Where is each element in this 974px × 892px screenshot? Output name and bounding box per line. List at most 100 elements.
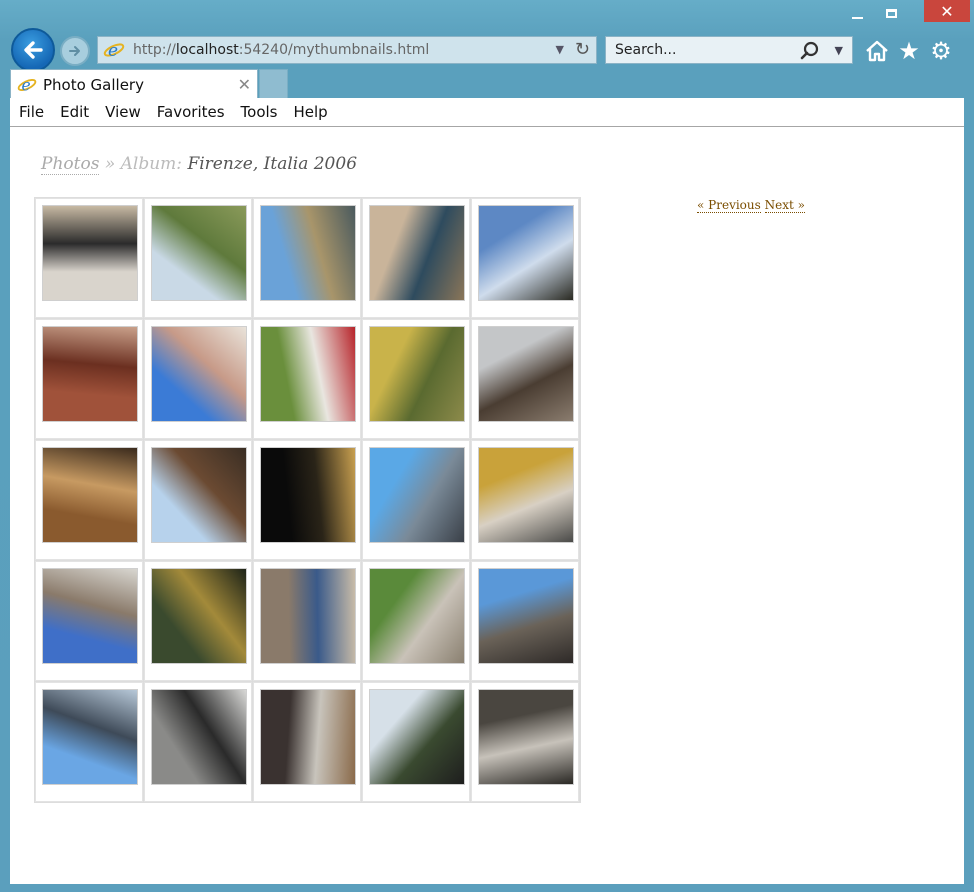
thumbnail-cell[interactable] <box>471 198 579 318</box>
thumbnail-cell[interactable] <box>35 319 143 439</box>
new-tab-button[interactable] <box>259 69 288 99</box>
menu-favorites[interactable]: Favorites <box>149 103 233 121</box>
minimize-button[interactable] <box>840 0 874 26</box>
thumbnail-cell[interactable] <box>362 682 470 802</box>
thumbnail-cell[interactable] <box>471 319 579 439</box>
thumbnail-image[interactable] <box>369 205 465 301</box>
ie-logo-icon: e <box>17 76 37 94</box>
maximize-button[interactable] <box>874 0 908 26</box>
url-scheme: http:// <box>133 42 176 58</box>
menu-file[interactable]: File <box>10 103 52 121</box>
thumbnail-image[interactable] <box>151 447 247 543</box>
thumbnail-image[interactable] <box>369 326 465 422</box>
thumbnail-image[interactable] <box>151 689 247 785</box>
thumbnail-image[interactable] <box>478 447 574 543</box>
thumbnail-image[interactable] <box>369 568 465 664</box>
svg-text:e: e <box>22 76 31 94</box>
menu-view[interactable]: View <box>97 103 149 121</box>
thumbnail-cell[interactable] <box>144 440 252 560</box>
thumbnail-image[interactable] <box>369 447 465 543</box>
favorites-star-icon[interactable]: ★ <box>896 37 922 65</box>
maximize-icon <box>885 8 897 18</box>
home-icon[interactable] <box>864 38 890 64</box>
thumbnail-image[interactable] <box>478 326 574 422</box>
arrow-right-icon <box>69 46 80 56</box>
url-path: :54240/mythumbnails.html <box>238 42 430 58</box>
thumbnail-cell[interactable] <box>35 198 143 318</box>
thumbnail-image[interactable] <box>260 568 356 664</box>
search-input[interactable]: Search... <box>615 42 676 58</box>
thumbnail-cell[interactable] <box>35 682 143 802</box>
thumbnail-image[interactable] <box>42 447 138 543</box>
gear-icon[interactable]: ⚙ <box>928 37 954 65</box>
svg-text:e: e <box>108 41 118 61</box>
thumbnail-image[interactable] <box>151 568 247 664</box>
thumbnail-image[interactable] <box>42 568 138 664</box>
next-page-link[interactable]: Next » <box>764 198 805 213</box>
forward-button[interactable] <box>60 36 90 66</box>
thumbnail-cell[interactable] <box>253 198 361 318</box>
menu-tools[interactable]: Tools <box>233 103 286 121</box>
browser-tools: ★ ⚙ <box>864 37 954 65</box>
thumbnail-image[interactable] <box>478 689 574 785</box>
thumbnail-image[interactable] <box>151 205 247 301</box>
thumbnail-image[interactable] <box>260 447 356 543</box>
refresh-icon[interactable]: ↻ <box>575 39 590 60</box>
thumbnail-cell[interactable] <box>362 198 470 318</box>
window-controls <box>840 0 908 26</box>
thumbnail-image[interactable] <box>42 205 138 301</box>
ie-logo-icon: e <box>103 41 125 61</box>
thumbnail-cell[interactable] <box>471 440 579 560</box>
thumbnail-cell[interactable] <box>144 682 252 802</box>
breadcrumb-album-label: Album: <box>120 154 183 174</box>
browser-window: ✕ e http://localhost:54240/mythumbnails.… <box>0 0 974 892</box>
thumbnail-image[interactable] <box>260 689 356 785</box>
thumbnail-cell[interactable] <box>362 561 470 681</box>
thumbnail-cell[interactable] <box>144 319 252 439</box>
previous-page-link[interactable]: « Previous <box>697 198 761 213</box>
pager: « Previous Next » <box>697 198 805 213</box>
thumbnail-cell[interactable] <box>253 682 361 802</box>
close-window-button[interactable]: ✕ <box>924 0 970 22</box>
thumbnail-cell[interactable] <box>253 561 361 681</box>
thumbnail-cell[interactable] <box>471 561 579 681</box>
search-icon[interactable] <box>800 41 820 61</box>
address-bar[interactable]: e http://localhost:54240/mythumbnails.ht… <box>97 36 597 64</box>
search-box[interactable]: Search... ▼ <box>605 36 853 64</box>
chevron-down-icon[interactable]: ▼ <box>556 43 564 56</box>
thumbnail-cell[interactable] <box>362 319 470 439</box>
thumbnail-image[interactable] <box>478 205 574 301</box>
thumbnail-cell[interactable] <box>362 440 470 560</box>
thumbnail-cell[interactable] <box>35 561 143 681</box>
menu-edit[interactable]: Edit <box>52 103 97 121</box>
breadcrumb-separator: » <box>104 154 116 174</box>
minimize-icon <box>851 17 863 19</box>
thumbnail-cell[interactable] <box>253 319 361 439</box>
close-icon: ✕ <box>940 1 954 21</box>
album-title: Firenze, Italia 2006 <box>187 154 358 174</box>
thumbnail-image[interactable] <box>42 326 138 422</box>
thumbnail-image[interactable] <box>260 205 356 301</box>
thumbnail-cell[interactable] <box>144 561 252 681</box>
thumbnail-grid <box>34 197 581 803</box>
close-tab-icon[interactable]: ✕ <box>238 75 251 94</box>
thumbnail-image[interactable] <box>478 568 574 664</box>
chevron-down-icon[interactable]: ▼ <box>835 44 843 57</box>
tab-title: Photo Gallery <box>43 75 144 94</box>
url-host: localhost <box>175 42 239 58</box>
page-content: File Edit View Favorites Tools Help Phot… <box>10 98 964 884</box>
url-text: http://localhost:54240/mythumbnails.html <box>133 42 429 58</box>
thumbnail-image[interactable] <box>369 689 465 785</box>
thumbnail-cell[interactable] <box>35 440 143 560</box>
thumbnail-image[interactable] <box>42 689 138 785</box>
menu-bar: File Edit View Favorites Tools Help <box>10 98 964 127</box>
thumbnail-cell[interactable] <box>471 682 579 802</box>
back-button[interactable] <box>11 28 55 72</box>
breadcrumb-photos-link[interactable]: Photos <box>41 154 100 175</box>
menu-help[interactable]: Help <box>286 103 336 121</box>
thumbnail-cell[interactable] <box>253 440 361 560</box>
tab-photo-gallery[interactable]: e Photo Gallery ✕ <box>10 69 258 99</box>
thumbnail-image[interactable] <box>151 326 247 422</box>
thumbnail-image[interactable] <box>260 326 356 422</box>
thumbnail-cell[interactable] <box>144 198 252 318</box>
